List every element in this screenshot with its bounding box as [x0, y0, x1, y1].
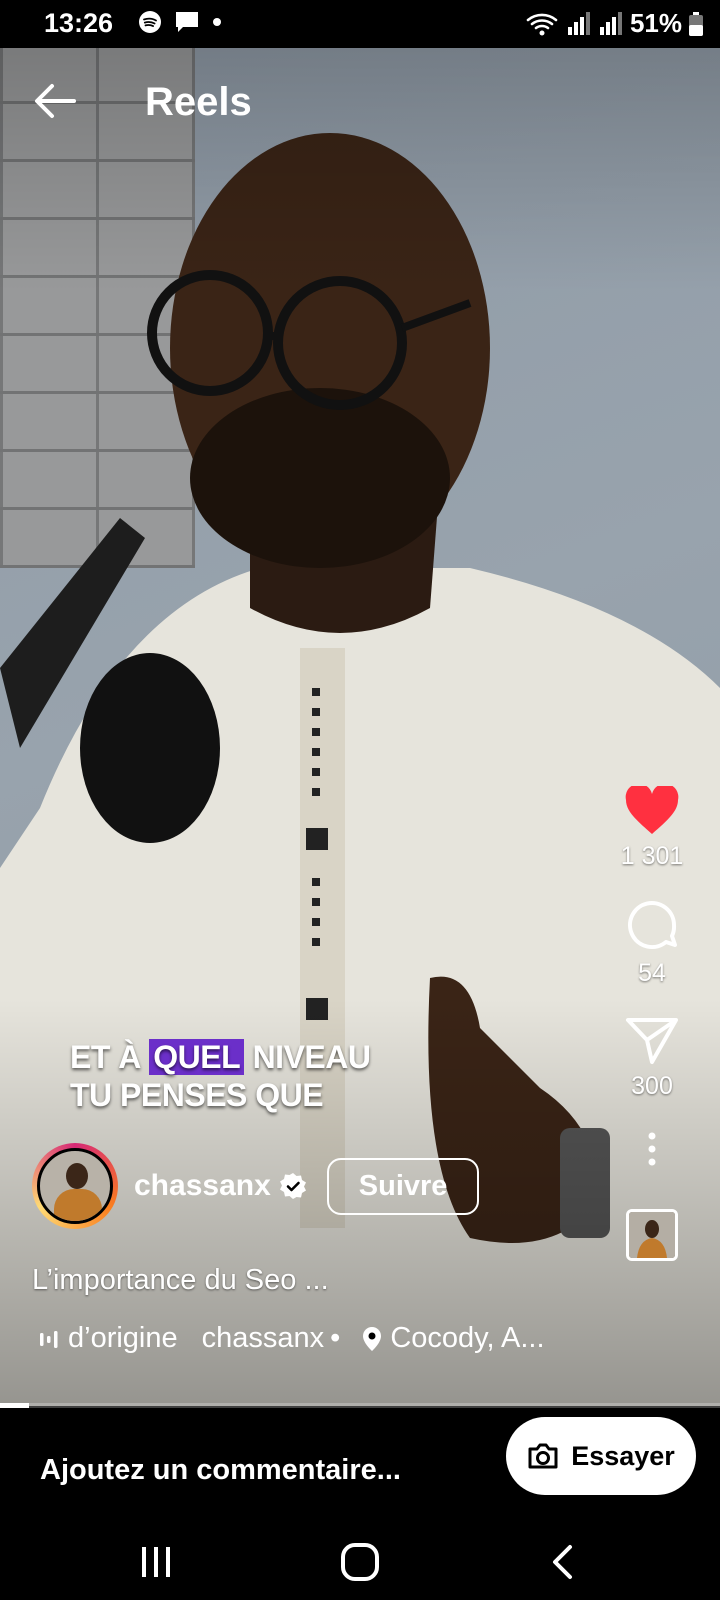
heart-icon[interactable] [624, 786, 680, 836]
avatar[interactable] [32, 1143, 118, 1229]
chevron-left-icon [553, 1545, 572, 1579]
like-button[interactable]: 1 301 [620, 786, 684, 871]
author-username[interactable]: chassanx [134, 1169, 271, 1203]
separator-dot: • [330, 1322, 341, 1354]
audio-author[interactable]: chassanx [202, 1322, 325, 1355]
dot-icon [213, 18, 221, 26]
comment-input[interactable]: Ajoutez un commentaire... [40, 1454, 401, 1487]
follow-button[interactable]: Suivre [326, 1157, 480, 1215]
status-time: 13:26 [44, 8, 114, 38]
verified-badge-icon [279, 1173, 306, 1199]
status-icons-right: 51% [526, 8, 704, 39]
audio-thumbnail-image [629, 1212, 675, 1258]
caption-line-1: ET À QUEL NIVEAU [70, 1038, 371, 1076]
video-caption: ET À QUEL NIVEAU TU PENSES QUE [70, 1038, 371, 1114]
avatar-image [37, 1148, 113, 1224]
comment-count: 54 [638, 959, 666, 987]
system-back-button[interactable] [532, 1540, 592, 1584]
recent-apps-icon [142, 1547, 170, 1577]
caption-highlight: QUEL [149, 1039, 245, 1075]
signal-icon [567, 11, 590, 35]
reel-description[interactable]: L’importance du Seo ... [32, 1264, 329, 1297]
battery-percent: 51% [629, 8, 682, 38]
share-count: 300 [631, 1072, 673, 1100]
camera-icon [528, 1443, 558, 1469]
share-button[interactable]: 300 [624, 1014, 680, 1101]
action-column: 1 301 54 300 [608, 786, 696, 1261]
send-icon[interactable] [624, 1014, 680, 1066]
like-count: 1 301 [620, 842, 684, 870]
status-bar: 13:26 51% [0, 0, 720, 48]
location-label[interactable]: Cocody, A... [390, 1322, 544, 1355]
comment-icon[interactable] [624, 897, 680, 953]
home-icon [341, 1543, 379, 1581]
spotify-icon [139, 11, 161, 33]
audio-label[interactable]: d’origine [68, 1322, 178, 1355]
try-camera-button[interactable]: Essayer [506, 1417, 696, 1495]
page-title: Reels [145, 80, 252, 124]
caption-text: ET À [70, 1039, 150, 1075]
comment-button[interactable]: 54 [624, 897, 680, 988]
system-nav-bar [0, 1530, 720, 1600]
wifi-icon [526, 13, 558, 35]
comment-bar: Ajoutez un commentaire... Essayer [0, 1408, 720, 1530]
reel-meta: d’origine chassanx • Cocody, A... [38, 1322, 545, 1355]
battery-icon [689, 11, 703, 36]
home-button[interactable] [330, 1540, 390, 1584]
status-icons-left [138, 10, 222, 34]
chat-icon [176, 12, 198, 32]
signal-icon [599, 11, 622, 35]
caption-line-2: TU PENSES QUE [70, 1077, 324, 1113]
author-row: chassanx Suivre [32, 1140, 480, 1232]
reels-header: Reels [0, 48, 720, 148]
recent-apps-button[interactable] [126, 1540, 186, 1584]
location-pin-icon [363, 1326, 382, 1351]
more-options-icon[interactable] [646, 1131, 658, 1167]
back-arrow-icon[interactable] [30, 76, 80, 126]
caption-text: NIVEAU [244, 1039, 371, 1075]
audio-waveform-icon [40, 1330, 58, 1348]
audio-thumbnail[interactable] [626, 1209, 678, 1261]
try-camera-label: Essayer [571, 1440, 675, 1471]
